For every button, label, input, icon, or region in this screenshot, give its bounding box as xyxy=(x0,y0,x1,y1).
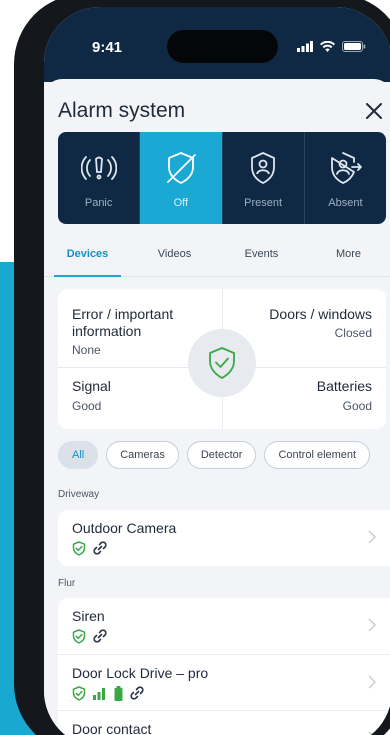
battery-status-icon xyxy=(342,41,366,52)
device-name: Siren xyxy=(72,608,105,624)
phone-frame: 9:41 Alarm system Panic Off Present Abse… xyxy=(14,0,390,735)
filter-chip-control-element[interactable]: Control element xyxy=(264,441,371,469)
device-row-siren[interactable]: Siren xyxy=(58,598,390,654)
panic-icon xyxy=(80,156,117,180)
status-time: 9:41 xyxy=(92,39,123,56)
tab-more[interactable]: More xyxy=(305,237,390,276)
device-group-driveway: Outdoor Camera xyxy=(58,510,390,566)
mode-panic-button[interactable]: Panic xyxy=(58,132,141,224)
device-name: Door Lock Drive – pro xyxy=(72,665,209,681)
batteries-value: Good xyxy=(342,399,372,413)
group-label-flur: Flur xyxy=(58,578,76,589)
tab-bar: Devices Videos Events More xyxy=(44,237,390,277)
signal-title: Signal xyxy=(72,378,111,394)
status-icons xyxy=(297,41,366,52)
mode-present-button[interactable]: Present xyxy=(223,132,305,224)
filter-chip-all[interactable]: All xyxy=(58,441,99,469)
phone-screen: 9:41 Alarm system Panic Off Present Abse… xyxy=(44,7,390,735)
batteries-title: Batteries xyxy=(316,378,372,394)
device-status-icons xyxy=(72,540,108,556)
error-info-value: None xyxy=(72,343,101,357)
person-shield-icon xyxy=(251,152,276,184)
status-summary-card: Error / important information None Doors… xyxy=(58,289,386,429)
device-group-flur: Siren Door Lock Drive – pro Door contact xyxy=(58,598,390,735)
mode-absent-button[interactable]: Absent xyxy=(305,132,386,224)
filter-chip-detector[interactable]: Detector xyxy=(186,441,257,469)
mode-label-off: Off xyxy=(173,197,189,209)
wifi-icon xyxy=(320,41,335,52)
group-label-driveway: Driveway xyxy=(58,489,100,500)
device-row-outdoor-camera[interactable]: Outdoor Camera xyxy=(58,510,390,566)
chevron-right-icon xyxy=(368,530,376,544)
link-icon xyxy=(93,629,107,643)
doors-windows-value: Closed xyxy=(334,326,372,340)
shield-check-icon xyxy=(72,685,86,701)
tab-devices[interactable]: Devices xyxy=(44,237,131,277)
signal-value: Good xyxy=(72,399,102,413)
mode-label-panic: Panic xyxy=(84,197,113,209)
shield-off-icon xyxy=(166,152,196,184)
link-icon xyxy=(130,686,144,700)
device-name: Door contact xyxy=(72,721,152,735)
link-icon xyxy=(93,541,107,555)
device-status-icons xyxy=(72,685,145,701)
overall-status-badge xyxy=(188,329,256,397)
device-row-door-contact[interactable]: Door contact xyxy=(58,710,390,735)
mode-off-button[interactable]: Off xyxy=(140,132,223,224)
device-row-door-lock-drive-pro[interactable]: Door Lock Drive – pro xyxy=(58,654,390,710)
chevron-right-icon xyxy=(368,618,376,632)
signal-icon xyxy=(93,688,105,700)
doors-windows-title: Doors / windows xyxy=(269,306,372,322)
mode-label-present: Present xyxy=(244,197,283,209)
error-info-title: Error / important information xyxy=(72,306,174,339)
page-title: Alarm system xyxy=(58,99,186,122)
mode-label-absent: Absent xyxy=(328,197,363,209)
shield-check-icon xyxy=(72,540,86,556)
battery-icon xyxy=(114,685,123,701)
alarm-sheet: Alarm system Panic Off Present Absent De… xyxy=(44,79,390,735)
mode-selector: Panic Off Present Absent xyxy=(58,132,386,224)
device-status-icons xyxy=(72,628,108,644)
shield-check-icon xyxy=(72,628,86,644)
tab-videos[interactable]: Videos xyxy=(131,237,218,276)
tab-events[interactable]: Events xyxy=(218,237,305,276)
status-bar: 9:41 xyxy=(44,7,390,82)
shield-check-icon xyxy=(209,347,235,379)
device-name: Outdoor Camera xyxy=(72,520,177,536)
chevron-right-icon xyxy=(368,675,376,689)
cellular-signal-icon xyxy=(297,41,313,52)
filter-chips: All Cameras Detector Control element xyxy=(58,441,371,469)
chevron-right-icon xyxy=(368,731,374,735)
person-shield-exit-icon xyxy=(331,152,363,184)
close-icon[interactable] xyxy=(364,101,384,121)
filter-chip-cameras[interactable]: Cameras xyxy=(106,441,179,469)
dynamic-island xyxy=(167,30,278,63)
